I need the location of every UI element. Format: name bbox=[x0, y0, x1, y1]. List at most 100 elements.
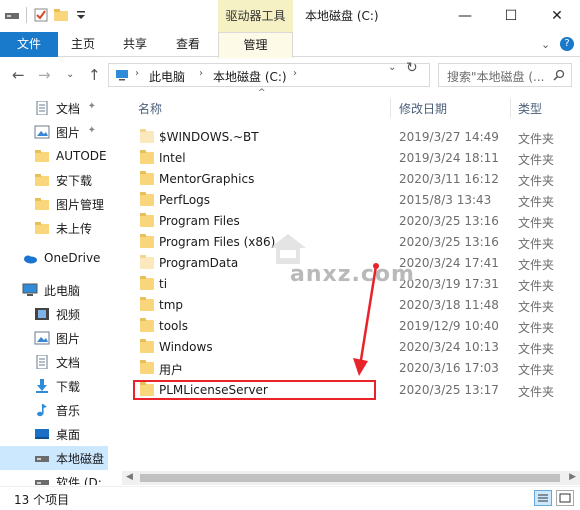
nav-item-label: 本地磁盘 bbox=[56, 451, 105, 466]
file-date: 2020/3/24 10:13 bbox=[399, 340, 499, 354]
toolbar-divider bbox=[26, 7, 27, 23]
nav-item-not-uploaded[interactable]: 未上传 bbox=[0, 216, 108, 240]
nav-item-label: 图片管理 bbox=[56, 197, 105, 212]
nav-item-downloads[interactable]: 下载 bbox=[0, 374, 108, 398]
nav-item-label: 音乐 bbox=[56, 403, 81, 418]
pin-icon: ✦ bbox=[87, 125, 96, 136]
breadcrumb-separator: › bbox=[199, 68, 203, 79]
nav-item-label: 此电脑 bbox=[44, 283, 81, 298]
annotation-arrow bbox=[353, 263, 379, 376]
nav-item-pictures-quick[interactable]: 图片 ✦ bbox=[0, 120, 108, 144]
forward-button[interactable]: → bbox=[38, 66, 51, 84]
file-row[interactable]: $WINDOWS.~BT 2019/3/27 14:49 文件夹 bbox=[132, 127, 580, 148]
tab-share[interactable]: 共享 bbox=[123, 32, 147, 57]
details-view-button[interactable] bbox=[534, 490, 552, 506]
column-header-name[interactable]: 名称 bbox=[138, 100, 162, 117]
tab-manage[interactable]: 管理 bbox=[218, 32, 293, 58]
nav-item-picture-manager[interactable]: 图片管理 bbox=[0, 192, 108, 216]
file-name: Intel bbox=[159, 151, 186, 165]
nav-item-software-drive[interactable]: 软件 (D: bbox=[0, 470, 108, 485]
nav-item-videos[interactable]: 视频 bbox=[0, 302, 108, 326]
ribbon-tabs: 文件 主页 共享 查看 管理 ⌄ ? bbox=[0, 32, 580, 58]
nav-item-pictures[interactable]: 图片 bbox=[0, 326, 108, 350]
back-button[interactable]: ← bbox=[12, 66, 25, 84]
music-icon bbox=[34, 403, 50, 417]
folder-icon bbox=[34, 149, 50, 163]
folder-icon bbox=[140, 297, 154, 311]
column-header-date[interactable]: 修改日期 bbox=[399, 100, 447, 117]
window-title: 本地磁盘 (C:) bbox=[305, 9, 379, 23]
address-dropdown-icon[interactable]: ⌄ bbox=[388, 62, 396, 73]
search-input[interactable]: 搜索"本地磁盘 (... bbox=[438, 63, 572, 87]
nav-item-documents-quick[interactable]: 文档 ✦ bbox=[0, 96, 108, 120]
title-bar: 驱动器工具 本地磁盘 (C:) — ☐ ✕ bbox=[0, 0, 580, 32]
file-row[interactable]: PerfLogs 2015/8/3 13:43 文件夹 bbox=[132, 190, 580, 211]
minimize-button[interactable]: — bbox=[442, 0, 488, 32]
nav-item-label: 未上传 bbox=[56, 221, 93, 236]
folder-icon bbox=[34, 221, 50, 235]
tab-view[interactable]: 查看 bbox=[176, 32, 200, 57]
folder-icon bbox=[140, 129, 154, 143]
nav-item-documents[interactable]: 文档 bbox=[0, 350, 108, 374]
file-name: Program Files bbox=[159, 214, 240, 228]
nav-item-label: 视频 bbox=[56, 307, 81, 322]
close-button[interactable]: ✕ bbox=[534, 0, 580, 32]
up-button[interactable]: ↑ bbox=[88, 66, 101, 84]
column-header-type[interactable]: 类型 bbox=[518, 100, 542, 117]
file-type: 文件夹 bbox=[518, 258, 555, 272]
breadcrumb-this-pc[interactable]: 此电脑 bbox=[149, 68, 185, 85]
file-row[interactable]: Intel 2019/3/24 18:11 文件夹 bbox=[132, 148, 580, 169]
new-folder-icon[interactable] bbox=[53, 7, 69, 23]
highlight-annotation bbox=[133, 380, 376, 400]
breadcrumb-local-disk[interactable]: 本地磁盘 (C:) bbox=[213, 68, 287, 85]
tab-home[interactable]: 主页 bbox=[71, 32, 95, 57]
file-type: 文件夹 bbox=[518, 279, 555, 293]
help-icon[interactable]: ? bbox=[560, 37, 574, 51]
folder-icon bbox=[140, 339, 154, 353]
nav-item-this-pc[interactable]: 此电脑 bbox=[0, 278, 108, 302]
large-icons-view-button[interactable] bbox=[556, 490, 574, 506]
folder-icon bbox=[140, 255, 154, 269]
scroll-right-icon[interactable]: ▶ bbox=[569, 472, 576, 482]
nav-item-autodesk[interactable]: AUTODE bbox=[0, 144, 108, 168]
sort-ascending-icon: ^ bbox=[258, 88, 266, 98]
nav-item-local-disk[interactable]: 本地磁盘 bbox=[0, 446, 108, 470]
horizontal-scrollbar[interactable]: ◀ ▶ bbox=[122, 471, 580, 485]
folder-icon bbox=[140, 276, 154, 290]
nav-item-onedrive[interactable]: OneDrive bbox=[0, 246, 108, 270]
column-divider[interactable] bbox=[510, 98, 511, 118]
folder-icon bbox=[140, 360, 154, 374]
address-row: ← → ⌄ ↑ › 此电脑 › 本地磁盘 (C:) › ⌄ ↻ 搜索"本地磁盘 … bbox=[0, 58, 580, 92]
tab-file[interactable]: 文件 bbox=[0, 32, 58, 57]
recent-locations-button[interactable]: ⌄ bbox=[66, 69, 74, 80]
file-date: 2019/3/24 18:11 bbox=[399, 151, 499, 165]
nav-item-label: 安下载 bbox=[56, 173, 93, 188]
nav-item-label: 文档 bbox=[56, 355, 81, 370]
expand-ribbon-icon[interactable]: ⌄ bbox=[541, 38, 550, 51]
nav-item-anxz[interactable]: 安下载 bbox=[0, 168, 108, 192]
search-icon bbox=[553, 69, 565, 81]
nav-item-desktop[interactable]: 桌面 bbox=[0, 422, 108, 446]
file-name: Windows bbox=[159, 340, 213, 354]
file-name: ti bbox=[159, 277, 168, 291]
address-bar[interactable]: › 此电脑 › 本地磁盘 (C:) › bbox=[108, 63, 430, 87]
nav-item-label: OneDrive bbox=[44, 251, 101, 265]
file-type: 文件夹 bbox=[518, 237, 555, 251]
column-divider[interactable] bbox=[390, 98, 391, 118]
nav-item-label: AUTODE bbox=[56, 149, 107, 163]
scroll-left-icon[interactable]: ◀ bbox=[126, 472, 133, 482]
maximize-button[interactable]: ☐ bbox=[488, 0, 534, 32]
refresh-button[interactable]: ↻ bbox=[406, 60, 418, 76]
nav-item-music[interactable]: 音乐 bbox=[0, 398, 108, 422]
properties-icon[interactable] bbox=[33, 7, 49, 23]
folder-icon bbox=[140, 171, 154, 185]
drive-icon[interactable] bbox=[4, 7, 20, 23]
file-name: tools bbox=[159, 319, 188, 333]
file-date: 2020/3/16 17:03 bbox=[399, 361, 499, 375]
customize-toolbar-icon[interactable] bbox=[73, 7, 89, 23]
pictures-icon bbox=[34, 125, 50, 139]
file-row[interactable]: MentorGraphics 2020/3/11 16:12 文件夹 bbox=[132, 169, 580, 190]
folder-icon bbox=[34, 197, 50, 211]
scrollbar-thumb[interactable] bbox=[140, 474, 560, 482]
nav-item-label: 图片 bbox=[56, 125, 81, 140]
